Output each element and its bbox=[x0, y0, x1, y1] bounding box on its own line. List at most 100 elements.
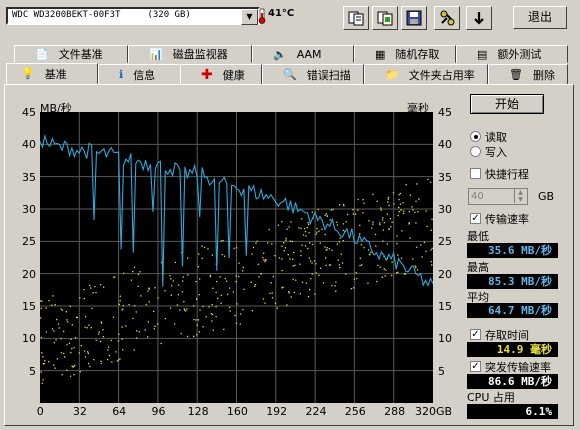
x-tick: 256 bbox=[344, 405, 366, 418]
y-right-tick: 40 bbox=[438, 138, 452, 152]
access-time-point bbox=[284, 247, 287, 249]
access-time-point bbox=[208, 306, 210, 308]
access-time-point bbox=[336, 224, 339, 226]
access-time-point bbox=[53, 330, 55, 332]
access-time-point bbox=[61, 309, 64, 311]
tab-extra-tests[interactable]: ▤ 额外测试 bbox=[456, 45, 568, 63]
tab-disk-monitor[interactable]: 📊 磁盘监视器 bbox=[128, 45, 252, 63]
read-radio[interactable] bbox=[470, 131, 481, 142]
access-time-point bbox=[54, 367, 56, 369]
access-time-point bbox=[398, 206, 400, 209]
access-time-point bbox=[310, 278, 312, 280]
access-time-point bbox=[212, 329, 214, 331]
down-arrow-button[interactable] bbox=[466, 6, 492, 30]
access-time-point bbox=[221, 253, 223, 256]
access-time-point bbox=[301, 244, 303, 246]
access-time-point bbox=[117, 340, 120, 342]
access-time-point bbox=[102, 329, 104, 331]
access-time-point bbox=[359, 264, 361, 267]
write-radio[interactable] bbox=[470, 146, 481, 157]
transfer-rate-checkbox[interactable]: ✓ bbox=[470, 213, 481, 224]
speaker-icon: 🔈 bbox=[273, 47, 287, 61]
access-time-point bbox=[97, 333, 100, 335]
burst-rate-checkbox[interactable]: ✓ bbox=[470, 361, 481, 372]
access-time-point bbox=[187, 257, 189, 259]
access-time-point bbox=[317, 208, 319, 211]
access-time-point bbox=[430, 261, 432, 263]
access-time-point bbox=[164, 318, 166, 320]
y-left-tick: 5 bbox=[29, 364, 36, 378]
tab-folder-usage[interactable]: 📁 文件夹占用率 bbox=[364, 64, 488, 85]
access-time-point bbox=[170, 294, 172, 296]
file-benchmark-icon: 📄 bbox=[35, 47, 49, 61]
tab-error-scan[interactable]: 🔍 错误扫描 bbox=[262, 64, 364, 85]
access-time-point bbox=[379, 223, 381, 226]
tab-benchmark[interactable]: 💡 基准 bbox=[6, 63, 98, 84]
access-time-point bbox=[412, 209, 414, 211]
access-time-point bbox=[328, 248, 331, 250]
access-time-point bbox=[87, 352, 90, 354]
tab-aam[interactable]: 🔈 AAM bbox=[252, 45, 354, 63]
access-time-point bbox=[268, 228, 270, 231]
access-time-point bbox=[346, 213, 349, 216]
access-time-point bbox=[427, 178, 429, 180]
tab-health[interactable]: ✚ 健康 bbox=[180, 64, 262, 85]
exit-button[interactable]: 退出 bbox=[513, 6, 567, 29]
access-time-point bbox=[215, 315, 217, 318]
access-time-point bbox=[75, 316, 78, 318]
spinner-arrows-icon[interactable]: ▲ ▼ bbox=[514, 189, 526, 203]
access-time-point bbox=[133, 266, 136, 268]
access-time-point bbox=[329, 219, 331, 221]
y-right-tick: 25 bbox=[438, 235, 452, 249]
access-time-point bbox=[362, 199, 364, 201]
save-button[interactable] bbox=[401, 6, 427, 30]
start-button[interactable]: 开始 bbox=[470, 94, 544, 114]
y-left-tick: 30 bbox=[22, 203, 36, 216]
access-time-point bbox=[418, 198, 420, 200]
access-time-point bbox=[182, 276, 184, 278]
access-time-point bbox=[242, 270, 244, 272]
access-time-point bbox=[271, 292, 273, 294]
access-time-point bbox=[176, 304, 179, 306]
tab-random-access[interactable]: ▦ 随机存取 bbox=[354, 45, 456, 63]
write-label: 写入 bbox=[485, 146, 507, 159]
drive-select[interactable]: WDC WD3200BEKT-00F3T (320 GB) ▼ bbox=[6, 7, 260, 25]
access-time-point bbox=[119, 358, 121, 360]
access-time-checkbox[interactable]: ✓ bbox=[470, 329, 481, 340]
tab-file-benchmark[interactable]: 📄 文件基准 bbox=[14, 45, 128, 63]
options-button[interactable] bbox=[434, 6, 460, 30]
access-time-point bbox=[290, 296, 292, 298]
access-time-point bbox=[121, 309, 123, 311]
tab-erase[interactable]: 🗑 删除 bbox=[488, 64, 568, 85]
access-time-point bbox=[359, 224, 361, 227]
access-time-point bbox=[315, 233, 317, 235]
short-stroke-checkbox[interactable] bbox=[470, 168, 481, 179]
y-right-tick: 45 bbox=[438, 106, 452, 119]
copy-screenshot-button[interactable] bbox=[372, 6, 398, 30]
access-time-point bbox=[426, 225, 428, 228]
access-time-point bbox=[201, 245, 203, 247]
tab-info[interactable]: ℹ 信息 bbox=[98, 64, 190, 85]
access-time-point bbox=[130, 279, 133, 281]
access-time-point bbox=[258, 276, 260, 278]
chevron-down-icon[interactable]: ▼ bbox=[241, 9, 258, 25]
access-time-point bbox=[111, 361, 113, 363]
access-time-point bbox=[93, 359, 95, 361]
access-time-point bbox=[325, 213, 328, 215]
access-time-point bbox=[122, 349, 124, 351]
stroke-size-input[interactable]: 40 ▲ ▼ bbox=[468, 188, 528, 205]
access-time-point bbox=[153, 328, 155, 330]
access-time-point bbox=[281, 258, 283, 260]
access-time-point bbox=[399, 192, 401, 195]
access-time-point bbox=[224, 277, 226, 280]
access-time-point bbox=[415, 246, 418, 248]
access-time-point bbox=[372, 193, 374, 195]
access-time-point bbox=[315, 272, 317, 274]
access-time-point bbox=[63, 330, 65, 333]
access-time-point bbox=[423, 241, 425, 244]
access-time-point bbox=[324, 233, 326, 236]
access-time-point bbox=[399, 203, 402, 205]
access-time-point bbox=[369, 253, 371, 255]
copy-text-button[interactable] bbox=[343, 6, 369, 30]
access-time-point bbox=[398, 198, 400, 201]
